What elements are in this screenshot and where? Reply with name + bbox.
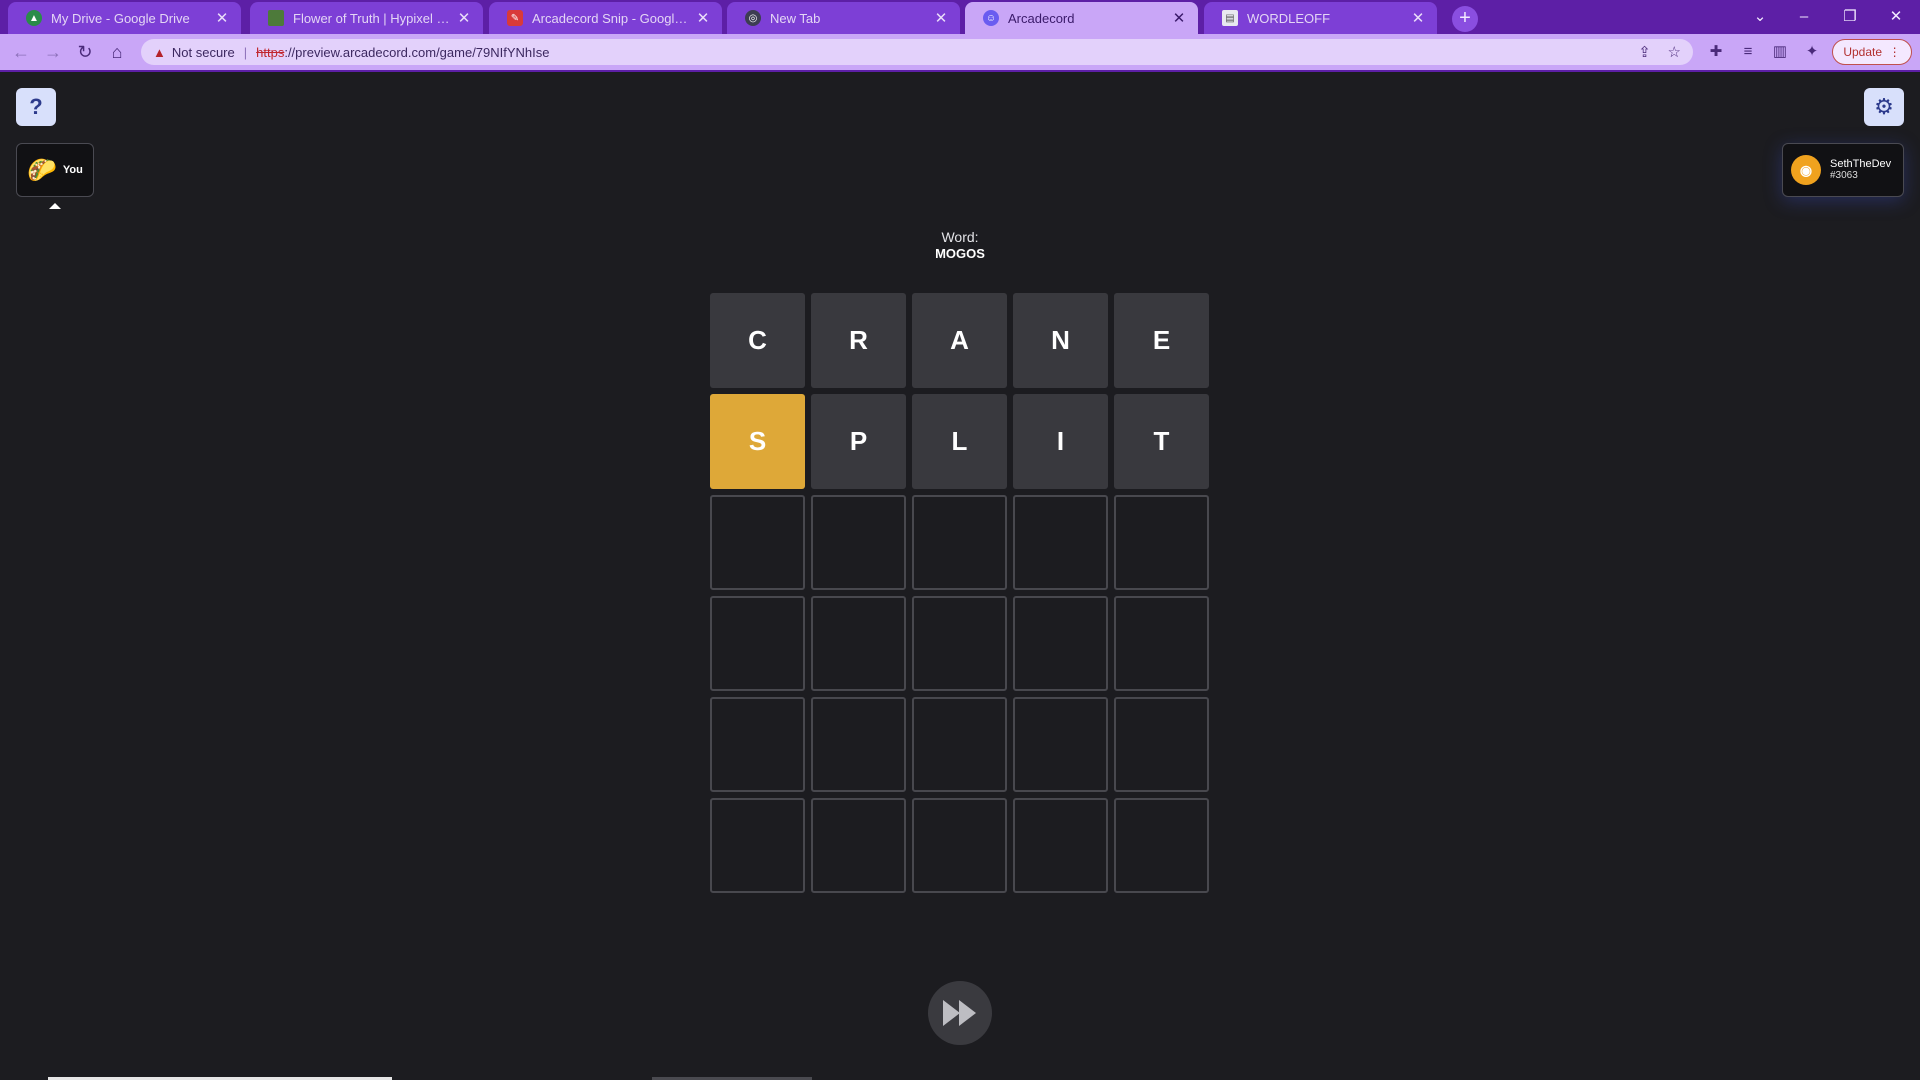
player-label: You — [62, 164, 83, 176]
back-button[interactable]: ← — [10, 41, 32, 63]
word-label: Word: — [941, 229, 979, 245]
close-icon[interactable]: ✕ — [213, 9, 231, 27]
help-label: ? — [29, 94, 43, 119]
tile-absent: R — [811, 293, 906, 388]
active-turn-indicator — [49, 203, 61, 209]
tile-empty — [1114, 798, 1209, 893]
extensions-icon[interactable]: ✚ — [1706, 42, 1726, 62]
tile-empty — [1013, 798, 1108, 893]
tile-absent: I — [1013, 394, 1108, 489]
tab-my-drive[interactable]: ▲ My Drive - Google Drive ✕ — [8, 2, 241, 34]
tile-absent: N — [1013, 293, 1108, 388]
tab-new-tab[interactable]: ◎ New Tab ✕ — [727, 2, 960, 34]
tile-empty — [811, 697, 906, 792]
word-value: MOGOS — [935, 246, 985, 261]
side-panel-icon[interactable]: ▥ — [1770, 42, 1790, 62]
tile-absent: P — [811, 394, 906, 489]
profile-avatar-icon[interactable]: ✦ — [1802, 42, 1822, 62]
close-icon[interactable]: ✕ — [694, 9, 712, 27]
close-icon[interactable]: ✕ — [1170, 9, 1188, 27]
tile-empty — [710, 798, 805, 893]
tile-absent: T — [1114, 394, 1209, 489]
bookmark-star-icon[interactable]: ☆ — [1668, 44, 1681, 61]
tile-empty — [811, 495, 906, 590]
tab-title: WORDLEOFF — [1247, 10, 1331, 26]
tab-title: New Tab — [770, 10, 821, 26]
address-bar[interactable]: ▲ Not secure | https://preview.arcadecor… — [141, 39, 1693, 65]
url-text: ://preview.arcadecord.com/game/79NIfYNhI… — [284, 44, 550, 60]
google-drawings-icon: ✎ — [507, 10, 523, 26]
url-scheme: https — [256, 44, 285, 60]
tile-empty — [710, 596, 805, 691]
warning-icon[interactable]: ▲ — [153, 45, 166, 60]
tile-empty — [710, 697, 805, 792]
tile-empty — [710, 495, 805, 590]
home-button[interactable]: ⌂ — [106, 41, 128, 63]
taco-avatar-icon: 🌮 — [27, 156, 57, 184]
tab-wordleoff[interactable]: ▤ WORDLEOFF ✕ — [1204, 2, 1437, 34]
tile-absent: C — [710, 293, 805, 388]
tab-title: Arcadecord Snip - Google Drawings — [532, 10, 694, 26]
tile-absent: L — [912, 394, 1007, 489]
tile-empty — [1013, 697, 1108, 792]
update-label: Update — [1843, 45, 1883, 59]
divider: | — [243, 44, 248, 60]
player-card[interactable]: 🌮 You — [16, 143, 94, 197]
tile-empty — [912, 798, 1007, 893]
browser-toolbar: ← → ↻ ⌂ ▲ Not secure | https://preview.a… — [0, 34, 1920, 70]
minimize-button[interactable]: – — [1784, 4, 1824, 30]
tab-title: My Drive - Google Drive — [51, 10, 190, 26]
tile-empty — [912, 495, 1007, 590]
minecraft-block-icon — [268, 10, 284, 26]
tile-empty — [1114, 697, 1209, 792]
reading-list-icon[interactable]: ≡ — [1738, 42, 1758, 62]
tab-arcadecord[interactable]: ☺ Arcadecord ✕ — [965, 2, 1198, 34]
update-button[interactable]: Update ⋮ — [1832, 39, 1912, 65]
tile-present: S — [710, 394, 805, 489]
tile-empty — [811, 798, 906, 893]
chrome-icon: ◎ — [745, 10, 761, 26]
tile-absent: E — [1114, 293, 1209, 388]
discord-avatar-icon: ◉ — [1791, 155, 1821, 185]
tile-empty — [1013, 495, 1108, 590]
opponent-card[interactable]: ◉ SethTheDev #3063 — [1782, 143, 1904, 197]
tile-empty — [1114, 596, 1209, 691]
new-tab-button[interactable]: + — [1452, 6, 1478, 32]
tab-title: Flower of Truth | Hypixel SkyBlock — [293, 10, 455, 26]
tab-arcadecord-snip[interactable]: ✎ Arcadecord Snip - Google Drawings ✕ — [489, 2, 722, 34]
tile-empty — [1114, 495, 1209, 590]
restore-button[interactable]: ❐ — [1830, 4, 1870, 30]
tile-empty — [811, 596, 906, 691]
tab-title: Arcadecord — [1008, 10, 1075, 26]
url-action-icons: ⇪ ☆ — [1638, 43, 1681, 61]
opponent-name: SethTheDev — [1830, 158, 1892, 170]
gear-icon: ⚙ — [1874, 94, 1894, 119]
close-window-button[interactable]: ✕ — [1876, 4, 1916, 30]
tab-flower-of-truth[interactable]: Flower of Truth | Hypixel SkyBlock ✕ — [250, 2, 483, 34]
arcadecord-icon: ☺ — [983, 10, 999, 26]
tile-empty — [1013, 596, 1108, 691]
reload-button[interactable]: ↻ — [74, 41, 96, 63]
skip-button[interactable] — [928, 981, 992, 1045]
tab-search-icon[interactable]: ⌄ — [1740, 4, 1780, 30]
wordle-board: CRANE SPLIT — [710, 293, 1209, 893]
opponent-tag: #3063 — [1830, 170, 1858, 181]
tile-empty — [912, 697, 1007, 792]
settings-button[interactable]: ⚙ — [1864, 88, 1904, 126]
close-icon[interactable]: ✕ — [1409, 9, 1427, 27]
close-icon[interactable]: ✕ — [932, 9, 950, 27]
page-top-border — [0, 70, 1920, 72]
help-button[interactable]: ? — [16, 88, 56, 126]
tab-strip: ▲ My Drive - Google Drive ✕ Flower of Tr… — [0, 0, 1920, 34]
fast-forward-icon — [943, 1000, 976, 1026]
forward-button[interactable]: → — [42, 41, 64, 63]
security-label[interactable]: Not secure — [172, 45, 235, 60]
tile-absent: A — [912, 293, 1007, 388]
close-icon[interactable]: ✕ — [455, 9, 473, 27]
google-drive-icon: ▲ — [26, 10, 42, 26]
tile-empty — [912, 596, 1007, 691]
document-icon: ▤ — [1222, 10, 1238, 26]
share-icon[interactable]: ⇪ — [1638, 44, 1651, 61]
